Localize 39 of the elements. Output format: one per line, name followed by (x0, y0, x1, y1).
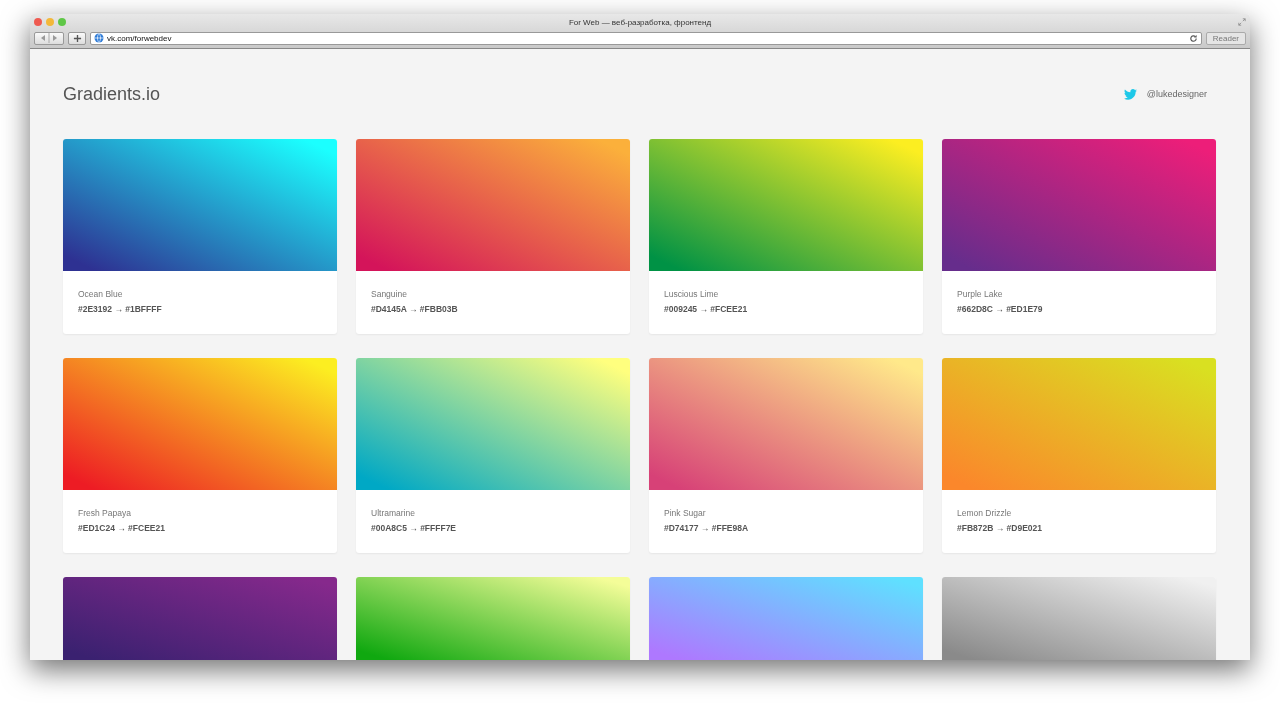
gradient-name: Purple Lake (957, 289, 1004, 299)
gradient-name: Fresh Papaya (78, 508, 132, 518)
gradient-card[interactable]: Lemon Drizzle #FB872B → #D9E021 (942, 358, 1216, 553)
reload-icon[interactable] (1188, 33, 1198, 43)
gradient-codes: #ED1C24 → #FCEE21 (78, 523, 166, 533)
plus-icon (72, 33, 82, 43)
minimize-icon[interactable] (46, 18, 54, 26)
gradient-codes: #FB872B → #D9E021 (957, 523, 1044, 533)
gradient-name: Sanguine (371, 289, 408, 299)
bird-icon (1123, 88, 1137, 100)
gradient-codes: #2E3192 → #1BFFFF (78, 304, 163, 314)
window-title: For Web — веб-разработка, фронтенд (568, 17, 712, 27)
fullscreen-icon[interactable] (1238, 18, 1246, 26)
gradient-codes: #D74177 → #FFE98A (664, 523, 750, 533)
gradient-name: Pink Sugar (664, 508, 707, 518)
gradient-card[interactable]: Purple Lake #662D8C → #ED1E79 (942, 139, 1216, 334)
gradient-name: Luscious Lime (664, 289, 720, 299)
gradient-card[interactable]: Pink Sugar #D74177 → #FFE98A (649, 358, 923, 553)
gradient-codes: #D4145A → #FBB03B (371, 304, 459, 314)
gradient-card[interactable]: Ocean Blue #2E3192 → #1BFFFF (63, 139, 337, 334)
twitter-link[interactable]: @lukedesigner (1146, 89, 1207, 99)
close-icon[interactable] (34, 18, 42, 26)
add-button[interactable] (68, 31, 86, 45)
gradient-card[interactable]: Ultramarine #00A8C5 → #FFFF7E (356, 358, 630, 553)
gradient-card[interactable]: Fresh Papaya #ED1C24 → #FCEE21 (63, 358, 337, 553)
gradient-name: Lemon Drizzle (957, 508, 1013, 518)
url-text: vk.com/forwebdev (107, 33, 172, 43)
address-field[interactable]: vk.com/forwebdev (90, 31, 1202, 45)
gradient-codes: #662D8C → #ED1E79 (957, 304, 1044, 314)
gradient-codes: #00A8C5 → #FFFF7E (371, 523, 458, 533)
gradient-card[interactable]: Sanguine #D4145A → #FBB03B (356, 139, 630, 334)
gradient-name: Ultramarine (371, 508, 416, 518)
site-logo[interactable]: Gradients.io (63, 83, 161, 105)
zoom-icon[interactable] (58, 18, 66, 26)
globe-icon (94, 33, 104, 43)
gradient-name: Ocean Blue (78, 289, 124, 299)
gradient-codes: #009245 → #FCEE21 (664, 304, 749, 314)
gradient-card[interactable]: Luscious Lime #009245 → #FCEE21 (649, 139, 923, 334)
reader-button[interactable]: Reader (1205, 31, 1246, 45)
